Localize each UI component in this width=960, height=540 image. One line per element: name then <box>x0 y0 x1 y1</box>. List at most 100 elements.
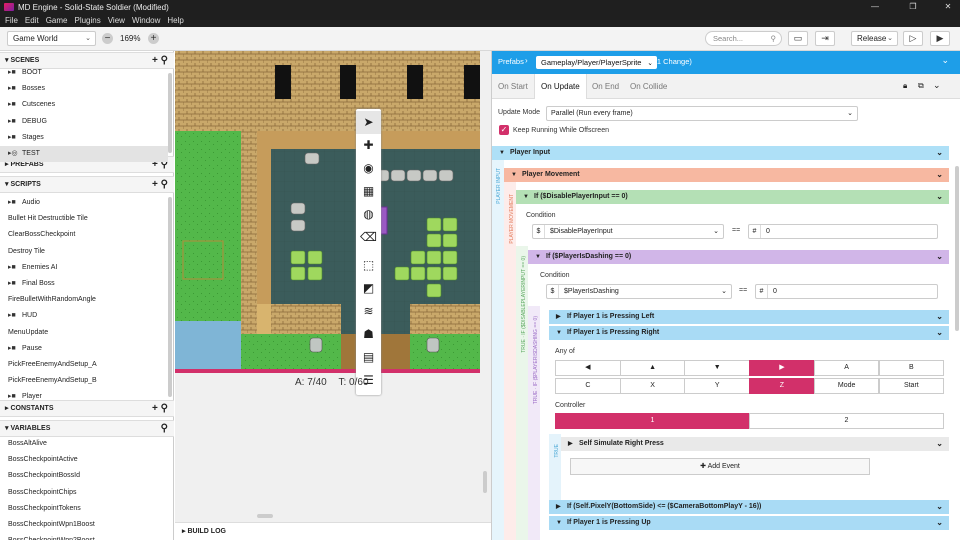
scenes-scrollbar[interactable] <box>168 73 172 153</box>
condition-variable-select[interactable]: $ $DisablePlayerInput ⌄ <box>532 224 724 239</box>
input-button-toggle[interactable]: Start <box>878 378 945 394</box>
list-item[interactable]: ▸◎ TEST <box>0 146 168 162</box>
controller-toggle[interactable]: 2 <box>749 413 944 429</box>
controller-toggle[interactable]: 1 <box>555 413 750 429</box>
open-folder-button[interactable]: ▭ <box>788 31 808 46</box>
collision-tool-button[interactable]: ▦ <box>356 180 381 203</box>
prefab-path-select[interactable]: Gameplay/Player/PlayerSprite ⌄ <box>536 56 658 69</box>
export-button[interactable]: ⇥ <box>815 31 835 46</box>
build-log-drag-handle[interactable] <box>257 514 273 518</box>
if-disable-input-header[interactable]: ▼ If ($DisablePlayerInput == 0) ⌄ <box>516 190 949 204</box>
layers-tool-button[interactable]: ≋ <box>356 300 381 323</box>
list-item[interactable]: BossCheckpointActive <box>0 452 168 468</box>
actor-tool-button[interactable]: ☗ <box>356 323 381 346</box>
condition-value-input-2[interactable]: # 0 <box>755 284 938 299</box>
input-button-toggle[interactable]: ▲ <box>619 360 686 376</box>
build-mode-select[interactable]: Release ⌄ <box>851 31 898 46</box>
operator[interactable]: == <box>732 227 740 234</box>
grid-tool-button[interactable]: ▤ <box>356 346 381 369</box>
list-item[interactable]: MenuUpdate <box>0 325 168 341</box>
input-button-toggle[interactable]: ◀ <box>555 360 621 376</box>
close-icon[interactable]: ✕ <box>936 0 960 14</box>
add-event-button[interactable]: ✚ Add Event <box>570 458 870 475</box>
list-item[interactable]: BossCheckpointBossId <box>0 468 168 484</box>
eraser-tool-button[interactable]: ⌫ <box>356 226 381 249</box>
lock-icon[interactable]: 🔒︎ <box>903 81 907 91</box>
input-button-toggle[interactable]: C <box>555 378 621 394</box>
build-log-header[interactable]: ▸ BUILD LOG <box>175 522 491 540</box>
chevron-down-icon[interactable]: ⌄ <box>936 516 943 530</box>
list-item[interactable]: ▸■ Audio <box>0 195 168 211</box>
open-external-icon[interactable]: ⧉ <box>918 81 924 91</box>
list-item[interactable]: PickFreeEnemyAndSetup_A <box>0 357 168 373</box>
tab-on-collide[interactable]: On Collide <box>624 74 673 99</box>
select-tool-button[interactable]: ➤ <box>356 111 381 134</box>
list-item[interactable]: ▸■ DEBUG <box>0 114 168 130</box>
chevron-down-icon[interactable]: ⌄ <box>936 326 943 340</box>
if-dashing-header[interactable]: ▼ If ($PlayerIsDashing == 0) ⌄ <box>528 250 949 264</box>
tab-on-update[interactable]: On Update <box>534 74 587 99</box>
list-item[interactable]: Destroy Tile <box>0 244 168 260</box>
list-item[interactable]: ▸■ BOOT <box>0 65 168 81</box>
play-button[interactable]: ▶ <box>930 31 950 46</box>
list-item[interactable]: BossCheckpointWpn1Boost <box>0 517 168 533</box>
chevron-down-icon[interactable]: ⌄ <box>936 250 943 264</box>
list-item[interactable]: FireBulletWithRandomAngle <box>0 292 168 308</box>
zoom-in-button[interactable]: + <box>148 33 159 44</box>
fill-area-tool-button[interactable]: ◩ <box>356 277 381 300</box>
scripts-header[interactable]: ▾ SCRIPTS + ⚲ <box>0 176 174 193</box>
list-item[interactable]: ▸■ Enemies AI <box>0 260 168 276</box>
pressing-up-header[interactable]: ▼ If Player 1 is Pressing Up ⌄ <box>549 516 949 530</box>
condition-variable-select-2[interactable]: $ $PlayerIsDashing ⌄ <box>546 284 732 299</box>
add-script-icon[interactable]: + <box>152 179 158 190</box>
list-item[interactable]: ▸■ HUD <box>0 308 168 324</box>
list-item[interactable]: BossCheckpointChips <box>0 485 168 501</box>
menu-game[interactable]: Game <box>46 16 68 25</box>
condition-value-input[interactable]: # 0 <box>748 224 938 239</box>
zoom-out-button[interactable]: − <box>102 33 113 44</box>
menu-file[interactable]: File <box>5 16 18 25</box>
scripts-scrollbar[interactable] <box>168 197 172 397</box>
list-item[interactable]: BossAltAlive <box>0 436 168 452</box>
input-button-toggle[interactable]: Z <box>749 378 815 394</box>
add-tool-button[interactable]: ✚ <box>356 134 381 157</box>
input-button-toggle[interactable]: Mode <box>813 378 880 394</box>
list-item[interactable]: ▸■ Final Boss <box>0 276 168 292</box>
list-item[interactable]: ClearBossCheckpoint <box>0 227 168 243</box>
list-item[interactable]: BossCheckpointWpn2Boost <box>0 533 168 540</box>
chevron-down-icon[interactable]: ⌄ <box>936 310 943 324</box>
search-input[interactable]: Search... ⚲ <box>705 31 782 46</box>
chevron-down-icon[interactable]: ⌄ <box>936 437 943 451</box>
prefabs-link[interactable]: Prefabs <box>498 57 524 66</box>
menu-view[interactable]: View <box>108 16 125 25</box>
list-item[interactable]: ▸■ Cutscenes <box>0 97 168 113</box>
pressing-right-header[interactable]: ▼ If Player 1 is Pressing Right ⌄ <box>549 326 949 340</box>
player-movement-group-header[interactable]: ▼ Player Movement ⌄ <box>504 168 949 182</box>
list-item[interactable]: PickFreeEnemyAndSetup_B <box>0 373 168 389</box>
paint-tool-button[interactable]: ◍ <box>356 203 381 226</box>
input-button-toggle[interactable]: ▼ <box>684 360 751 376</box>
search-variables-icon[interactable]: ⚲ <box>161 423 168 434</box>
chevron-down-icon[interactable]: ⌄ <box>936 500 943 514</box>
pixel-y-condition-header[interactable]: ▶ If (Self.PixelY(BottomSide) <= ($Camera… <box>549 500 949 514</box>
pressing-left-header[interactable]: ▶ If Player 1 is Pressing Left ⌄ <box>549 310 949 324</box>
variables-header[interactable]: ▾ VARIABLES ⚲ <box>0 420 174 437</box>
view-select[interactable]: Game World ⌄ <box>7 31 96 46</box>
chevron-down-icon[interactable]: ⌄ <box>936 168 943 182</box>
self-simulate-header[interactable]: ▶ Self Simulate Right Press ⌄ <box>561 437 949 451</box>
chevron-down-icon[interactable]: ⌄ <box>933 80 941 91</box>
world-scrollbar[interactable] <box>483 471 487 493</box>
chevron-down-icon[interactable]: ⌄ <box>936 190 943 204</box>
tab-on-end[interactable]: On End <box>586 74 625 99</box>
tab-on-start[interactable]: On Start <box>492 74 534 99</box>
minimize-icon[interactable]: — <box>863 0 887 14</box>
input-button-toggle[interactable]: B <box>878 360 945 376</box>
operator-2[interactable]: == <box>739 287 747 294</box>
menu-window[interactable]: Window <box>132 16 160 25</box>
menu-plugins[interactable]: Plugins <box>74 16 100 25</box>
list-item[interactable]: ▸■ Stages <box>0 130 168 146</box>
chevron-down-icon[interactable]: ⌄ <box>936 146 943 160</box>
search-scripts-icon[interactable]: ⚲ <box>161 179 168 190</box>
input-button-toggle[interactable]: Y <box>684 378 751 394</box>
scene-canvas[interactable] <box>175 51 480 373</box>
